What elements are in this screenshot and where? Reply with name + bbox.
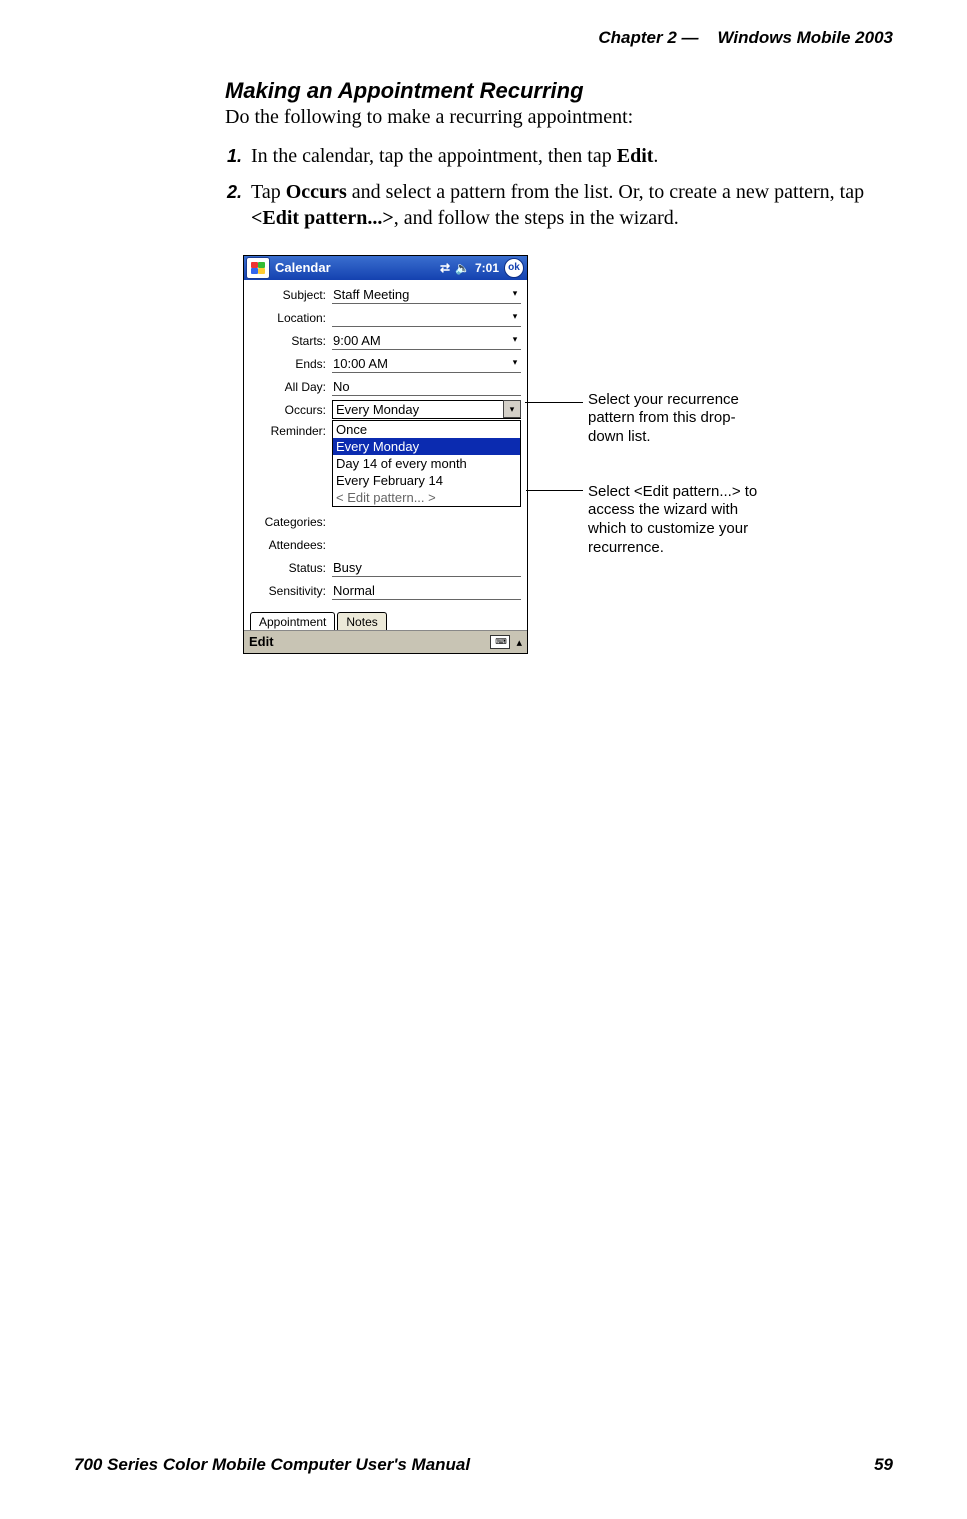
attendees-row: Attendees: (250, 536, 521, 554)
ends-row: Ends: 10:00 AM ▾ (250, 355, 521, 373)
occurs-label: Occurs: (250, 403, 332, 417)
occurs-row: Occurs: Every Monday ▾ (250, 401, 521, 419)
sensitivity-field[interactable]: Normal (332, 582, 521, 600)
windows-flag-icon (251, 262, 265, 274)
dropdown-option-day-14[interactable]: Day 14 of every month (333, 455, 520, 472)
figure-area: Calendar 7:01 ok Subject: Staff Meeting … (243, 255, 897, 654)
keyboard-icon[interactable]: ⌨ (490, 635, 510, 649)
starts-row: Starts: 9:00 AM ▾ (250, 332, 521, 350)
chevron-down-icon[interactable]: ▾ (509, 310, 521, 323)
starts-label: Starts: (250, 334, 332, 348)
clock[interactable]: 7:01 (475, 261, 499, 275)
categories-field[interactable] (332, 513, 521, 530)
after-dropdown: Categories: Attendees: Status: Busy (250, 513, 521, 600)
annotation-line-2 (526, 490, 583, 491)
attendees-label: Attendees: (250, 538, 332, 552)
location-row: Location: ▾ (250, 309, 521, 327)
occurs-dropdown-list[interactable]: Once Every Monday Day 14 of every month … (332, 420, 521, 507)
step-1: In the calendar, tap the appointment, th… (247, 143, 897, 169)
allday-field[interactable]: No (332, 378, 521, 396)
bottom-bar: Edit ⌨ (244, 630, 527, 653)
app-name: Calendar (275, 260, 440, 275)
ok-button[interactable]: ok (504, 258, 524, 278)
status-label: Status: (250, 561, 332, 575)
tab-notes[interactable]: Notes (337, 612, 386, 630)
page-header: Chapter 2 — Windows Mobile 2003 (598, 28, 893, 48)
steps-list: In the calendar, tap the appointment, th… (225, 143, 897, 231)
dropdown-option-every-monday[interactable]: Every Monday (333, 438, 520, 455)
status-field[interactable]: Busy (332, 559, 521, 577)
status-row: Status: Busy (250, 559, 521, 577)
dropdown-option-edit-pattern[interactable]: < Edit pattern... > (333, 489, 520, 506)
dropdown-option-once[interactable]: Once (333, 421, 520, 438)
chevron-down-icon[interactable]: ▾ (503, 400, 521, 418)
system-tray: 7:01 ok (440, 258, 524, 278)
product-name: Windows Mobile 2003 (717, 28, 893, 47)
dropdown-option-every-feb-14[interactable]: Every February 14 (333, 472, 520, 489)
subject-row: Subject: Staff Meeting ▾ (250, 286, 521, 304)
occurs-field[interactable]: Every Monday ▾ (332, 400, 521, 419)
volume-icon[interactable] (455, 261, 470, 275)
connectivity-icon[interactable] (440, 261, 450, 275)
reminder-label: Reminder: (250, 424, 332, 438)
edit-menu[interactable]: Edit (249, 634, 274, 649)
allday-label: All Day: (250, 380, 332, 394)
section-heading: Making an Appointment Recurring (225, 78, 897, 104)
annotation-2: Select <Edit pattern...> to access the w… (588, 483, 768, 558)
lead-paragraph: Do the following to make a recurring app… (225, 105, 897, 131)
manual-title: 700 Series Color Mobile Computer User's … (74, 1455, 470, 1475)
sensitivity-row: Sensitivity: Normal (250, 582, 521, 600)
chevron-down-icon[interactable]: ▾ (509, 333, 521, 346)
chevron-down-icon[interactable]: ▾ (509, 287, 521, 300)
page-footer: 700 Series Color Mobile Computer User's … (74, 1455, 893, 1475)
device-titlebar: Calendar 7:01 ok (244, 256, 527, 280)
tab-appointment[interactable]: Appointment (250, 612, 335, 630)
chapter-label: Chapter 2 (598, 28, 676, 47)
main-content: Making an Appointment Recurring Do the f… (225, 78, 897, 654)
step-2: Tap Occurs and select a pattern from the… (247, 179, 897, 231)
subject-label: Subject: (250, 288, 332, 302)
chevron-down-icon[interactable]: ▾ (509, 356, 521, 369)
categories-row: Categories: (250, 513, 521, 531)
ends-field[interactable]: 10:00 AM ▾ (332, 355, 521, 373)
categories-label: Categories: (250, 515, 332, 529)
starts-field[interactable]: 9:00 AM ▾ (332, 332, 521, 350)
annotation-line-1 (525, 402, 583, 403)
page-number: 59 (874, 1455, 893, 1475)
header-dash: — (682, 28, 699, 47)
start-button[interactable] (246, 257, 270, 279)
attendees-field[interactable] (332, 536, 521, 553)
subject-field[interactable]: Staff Meeting ▾ (332, 286, 521, 304)
annotation-1: Select your recurrence pattern from this… (588, 391, 768, 447)
location-label: Location: (250, 311, 332, 325)
ends-label: Ends: (250, 357, 332, 371)
form-area: Subject: Staff Meeting ▾ Location: ▾ Sta… (244, 280, 527, 600)
sensitivity-label: Sensitivity: (250, 584, 332, 598)
sip-up-icon[interactable] (516, 634, 522, 649)
tab-bar: Appointment Notes (248, 612, 523, 630)
allday-row: All Day: No (250, 378, 521, 396)
device-screenshot: Calendar 7:01 ok Subject: Staff Meeting … (243, 255, 528, 654)
location-field[interactable]: ▾ (332, 309, 521, 327)
